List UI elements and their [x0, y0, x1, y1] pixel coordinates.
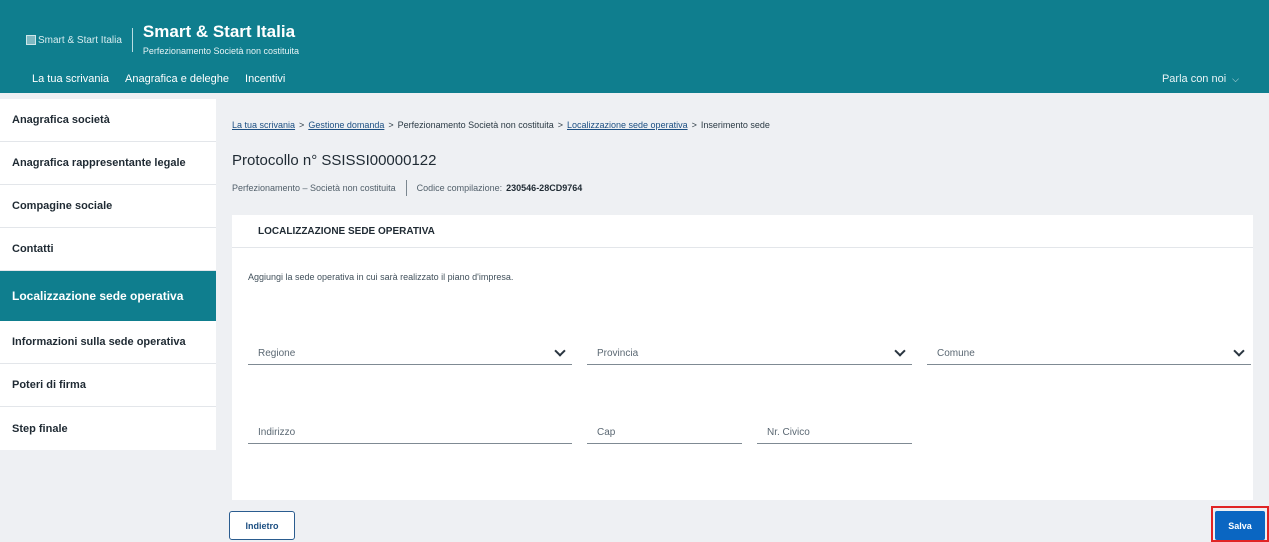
- sidebar-steps: Anagrafica società Anagrafica rappresent…: [0, 99, 216, 450]
- cap-label: Cap: [597, 427, 616, 438]
- sidebar-item-label: Step finale: [12, 422, 68, 435]
- sidebar-item-rappresentante-legale[interactable]: Anagrafica rappresentante legale: [0, 142, 216, 185]
- logo-alt-text: Smart & Start Italia: [38, 34, 122, 46]
- sidebar-item-poteri-firma[interactable]: Poteri di firma: [0, 364, 216, 407]
- save-button[interactable]: Salva: [1215, 511, 1265, 540]
- chevron-down-icon: [894, 345, 906, 357]
- comune-label: Comune: [937, 348, 975, 359]
- sidebar-item-step-finale[interactable]: Step finale: [0, 407, 216, 450]
- breadcrumb-separator: >: [299, 120, 305, 130]
- sidebar-item-label: Localizzazione sede operativa: [12, 289, 184, 303]
- civico-input[interactable]: Nr. Civico: [757, 422, 912, 444]
- brand[interactable]: Smart & Start Italia Smart & Start Itali…: [26, 22, 299, 58]
- sidebar-item-localizzazione-sede[interactable]: Localizzazione sede operativa: [0, 271, 216, 321]
- app-title: Smart & Start Italia: [142, 22, 296, 41]
- breadcrumb-link-localizzazione[interactable]: Localizzazione sede operativa: [567, 120, 688, 130]
- breadcrumb: La tua scrivania > Gestione domanda > Perfez…: [232, 120, 770, 130]
- contact-label: Parla con noi: [1161, 73, 1227, 85]
- card-description: Aggiungi la sede operativa in cui sarà r…: [248, 272, 514, 282]
- code-value: 230546-28CD9764: [506, 183, 583, 193]
- breadcrumb-current: Inserimento sede: [700, 120, 770, 130]
- meta-divider: [405, 180, 407, 196]
- code-label: Codice compilazione:: [416, 183, 503, 193]
- breadcrumb-text-perfezionamento: Perfezionamento Società non costituita: [397, 120, 554, 130]
- page-title: Protocollo n° SSISSI00000122: [232, 152, 437, 169]
- chevron-down-icon: [554, 345, 566, 357]
- chevron-down-icon: ⌵: [1232, 73, 1239, 84]
- cap-input[interactable]: Cap: [587, 422, 742, 444]
- save-highlight: Salva: [1211, 506, 1269, 542]
- nav-anagrafica-deleghe[interactable]: Anagrafica e deleghe: [125, 73, 229, 85]
- regione-label: Regione: [258, 348, 296, 359]
- nav-incentivi[interactable]: Incentivi: [245, 73, 285, 85]
- breadcrumb-separator: >: [691, 120, 697, 130]
- sidebar-item-anagrafica-societa[interactable]: Anagrafica società: [0, 99, 216, 142]
- breadcrumb-separator: >: [557, 120, 563, 130]
- card-title: LOCALIZZAZIONE SEDE OPERATIVA: [232, 215, 1253, 248]
- sidebar-item-compagine-sociale[interactable]: Compagine sociale: [0, 185, 216, 228]
- brand-text: Smart & Start Italia Perfezionamento Soc…: [133, 22, 299, 58]
- sidebar-item-label: Compagine sociale: [12, 200, 113, 212]
- indirizzo-label: Indirizzo: [258, 427, 296, 438]
- breadcrumb-separator: >: [388, 120, 394, 130]
- sidebar-item-informazioni-sede[interactable]: Informazioni sulla sede operativa: [0, 321, 216, 364]
- back-button[interactable]: Indietro: [229, 511, 295, 540]
- sidebar-item-label: Poteri di firma: [12, 379, 86, 391]
- breadcrumb-link-gestione-domanda[interactable]: Gestione domanda: [308, 120, 384, 130]
- provincia-select[interactable]: Provincia: [587, 343, 912, 365]
- main-nav: La tua scrivania Anagrafica e deleghe In…: [32, 73, 285, 85]
- indirizzo-input[interactable]: Indirizzo: [248, 422, 572, 444]
- provincia-label: Provincia: [597, 348, 639, 359]
- sidebar-item-contatti[interactable]: Contatti: [0, 228, 216, 271]
- protocol-type: Perfezionamento – Società non costituita: [232, 183, 396, 193]
- chevron-down-icon: [1233, 345, 1245, 357]
- sidebar-item-label: Anagrafica società: [12, 114, 110, 126]
- civico-label: Nr. Civico: [767, 427, 810, 438]
- sidebar-item-label: Anagrafica rappresentante legale: [12, 157, 186, 169]
- comune-select[interactable]: Comune: [927, 343, 1251, 365]
- sidebar-item-label: Informazioni sulla sede operativa: [12, 336, 186, 348]
- regione-select[interactable]: Regione: [248, 343, 572, 365]
- breadcrumb-link-scrivania[interactable]: La tua scrivania: [232, 120, 295, 130]
- location-card: LOCALIZZAZIONE SEDE OPERATIVA Aggiungi l…: [232, 215, 1253, 500]
- sidebar-item-label: Contatti: [12, 243, 54, 255]
- app-subtitle: Perfezionamento Società non costituita: [142, 46, 300, 56]
- logo-image: Smart & Start Italia: [26, 28, 133, 52]
- protocol-meta: Perfezionamento – Società non costituita…: [232, 180, 582, 196]
- nav-la-tua-scrivania[interactable]: La tua scrivania: [32, 73, 109, 85]
- top-header: Smart & Start Italia Smart & Start Itali…: [0, 0, 1269, 93]
- broken-image-icon: [26, 35, 36, 45]
- contact-menu[interactable]: Parla con noi ⌵: [1162, 73, 1239, 85]
